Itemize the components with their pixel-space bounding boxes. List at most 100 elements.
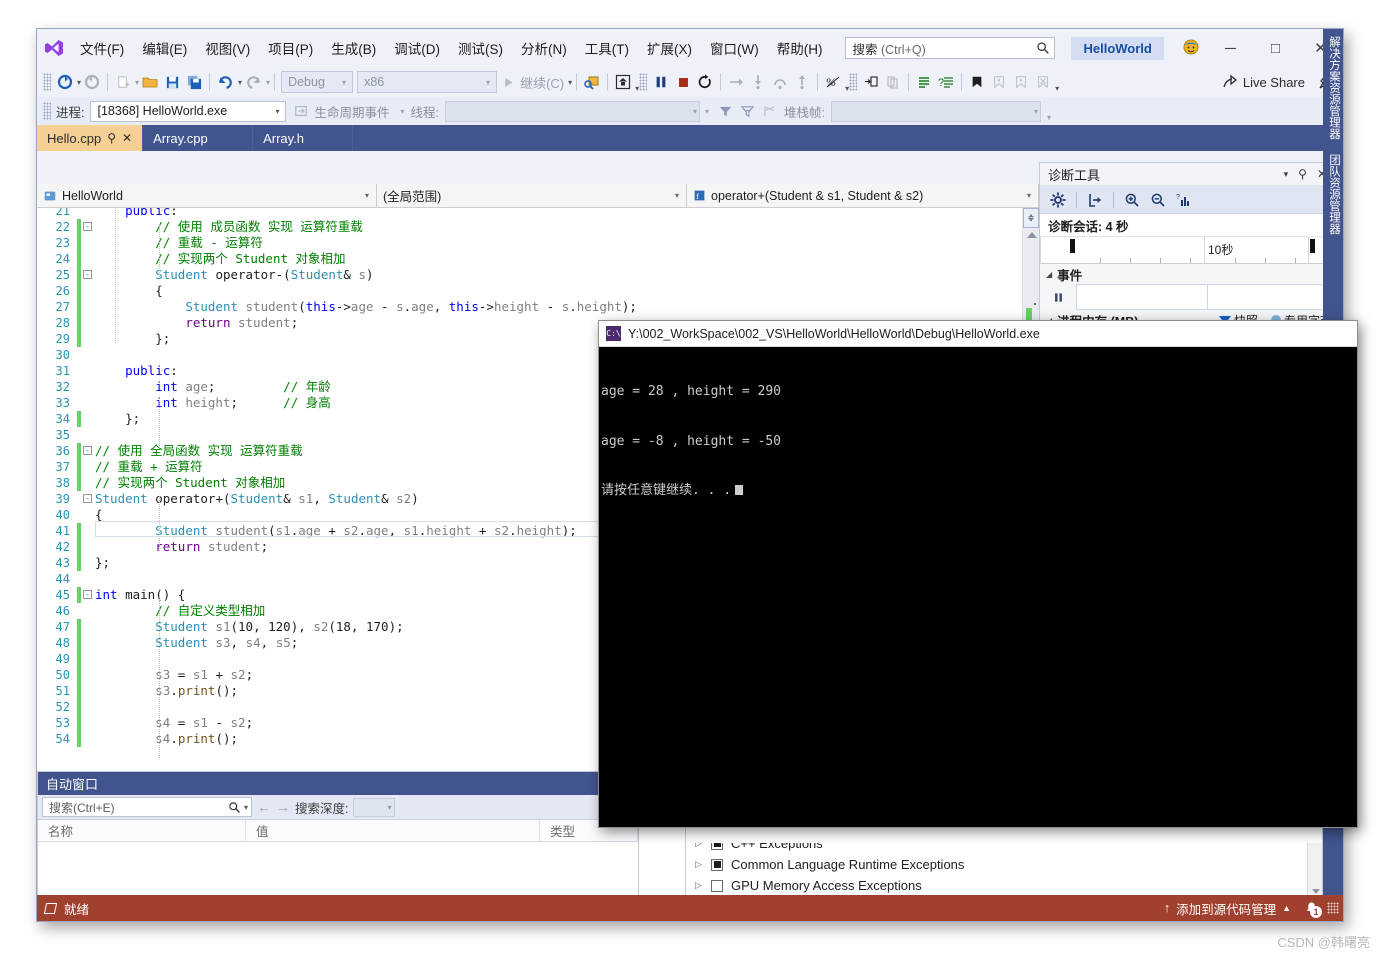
outline-gutter[interactable]: [81, 539, 95, 555]
navigate-backward-icon[interactable]: [54, 70, 76, 94]
exception-row-cpp[interactable]: ▷ C++ Exceptions: [686, 843, 1322, 854]
outline-gutter[interactable]: [81, 715, 95, 731]
outline-gutter[interactable]: [81, 208, 95, 219]
outline-gutter[interactable]: [81, 347, 95, 363]
step-out-icon[interactable]: [791, 70, 813, 94]
outline-gutter[interactable]: [81, 651, 95, 667]
zoom-out-icon[interactable]: [1146, 189, 1170, 211]
outline-gutter[interactable]: -: [81, 443, 95, 459]
menu-edit[interactable]: 编辑(E): [133, 34, 196, 62]
restart-icon[interactable]: [694, 70, 716, 94]
next-bookmark-icon[interactable]: [1010, 70, 1032, 94]
outline-gutter[interactable]: [81, 283, 95, 299]
code-line[interactable]: 24 // 实现两个 Student 对象相加: [37, 251, 1022, 267]
notifications-button[interactable]: 1: [1299, 898, 1323, 918]
maximize-button[interactable]: □: [1253, 33, 1298, 63]
outline-gutter[interactable]: [81, 571, 95, 587]
outdent-icon[interactable]: [882, 70, 904, 94]
save-all-icon[interactable]: [183, 70, 205, 94]
navbar-scope-combo[interactable]: (全局范围) ▾: [377, 184, 687, 207]
outline-gutter[interactable]: [81, 379, 95, 395]
flag-icon[interactable]: [758, 99, 780, 123]
source-control-button[interactable]: ↑ 添加到源代码管理 ▲: [1164, 899, 1299, 918]
menu-test[interactable]: 测试(S): [449, 34, 512, 62]
code-line[interactable]: 22 - // 使用 成员函数 实现 运算符重载: [37, 219, 1022, 235]
continue-dropdown[interactable]: ▾: [568, 78, 572, 87]
outline-gutter[interactable]: [81, 299, 95, 315]
menu-view[interactable]: 视图(V): [196, 34, 259, 62]
exception-list[interactable]: ▷ C++ Exceptions ▷ Common Language Runti…: [686, 843, 1322, 899]
outline-gutter[interactable]: [81, 315, 95, 331]
thread-overflow-icon[interactable]: ▾: [705, 107, 709, 116]
tab-array-cpp[interactable]: Array.cpp: [143, 125, 254, 151]
scroll-down-arrow[interactable]: [1312, 889, 1320, 894]
outline-gutter[interactable]: -: [81, 219, 95, 235]
outline-gutter[interactable]: -: [81, 587, 95, 603]
outline-gutter[interactable]: [81, 363, 95, 379]
exception-row-clr[interactable]: ▷ Common Language Runtime Exceptions: [686, 854, 1322, 875]
hot-reload-icon[interactable]: [612, 70, 634, 94]
new-item-icon[interactable]: [112, 70, 134, 94]
tab-hello-cpp[interactable]: Hello.cpp ⚲ ✕: [37, 125, 144, 151]
previous-bookmark-icon[interactable]: [988, 70, 1010, 94]
expand-triangle-icon-1[interactable]: ▷: [695, 843, 703, 849]
stackframe-select[interactable]: ▾: [831, 100, 1041, 122]
outline-gutter[interactable]: [81, 683, 95, 699]
diagnostic-timeline[interactable]: 10秒: [1040, 236, 1338, 264]
outline-gutter[interactable]: [81, 459, 95, 475]
solution-platform-combo[interactable]: x86 ▾: [357, 71, 498, 93]
menu-file[interactable]: 文件(F): [71, 34, 133, 62]
outline-gutter[interactable]: -: [81, 491, 95, 507]
close-icon[interactable]: ✕: [122, 131, 132, 145]
collapse-box-icon[interactable]: -: [83, 494, 92, 503]
checkbox-cpp-exceptions[interactable]: [711, 843, 723, 850]
stop-debugging-icon[interactable]: [672, 70, 694, 94]
checkbox-gpu-exceptions[interactable]: [711, 879, 723, 892]
diagnostic-events-section[interactable]: ◢ 事件: [1040, 264, 1338, 284]
export-icon[interactable]: [1083, 189, 1107, 211]
arrow-right-icon[interactable]: →: [276, 799, 290, 815]
autos-search-input[interactable]: 搜索(Ctrl+E) ▾: [42, 797, 252, 817]
toolbar-overflow-icon[interactable]: ▾: [1055, 84, 1059, 97]
toolbar-grip-3[interactable]: [849, 73, 858, 91]
scroll-up-arrow[interactable]: [1027, 232, 1037, 238]
code-line[interactable]: 27 Student student(this->age - s.age, th…: [37, 299, 1022, 315]
console-window[interactable]: C:\ Y:\002_WorkSpace\002_VS\HelloWorld\H…: [598, 320, 1358, 828]
step-over-icon[interactable]: [769, 70, 791, 94]
uncomment-lines-icon[interactable]: ?: [935, 70, 957, 94]
outline-gutter[interactable]: [81, 475, 95, 491]
menu-analyze[interactable]: 分析(N): [512, 34, 576, 62]
collapse-triangle-icon-events[interactable]: ◢: [1046, 270, 1052, 279]
outline-gutter[interactable]: [81, 635, 95, 651]
code-line[interactable]: 21 public:: [37, 208, 1022, 219]
toolbar-grip[interactable]: [43, 73, 51, 91]
outline-gutter[interactable]: [81, 507, 95, 523]
outline-gutter[interactable]: [81, 235, 95, 251]
menu-extensions[interactable]: 扩展(X): [638, 34, 701, 62]
gear-icon[interactable]: [1046, 189, 1070, 211]
navbar-project-combo[interactable]: HelloWorld ▾: [37, 184, 377, 207]
open-folder-icon[interactable]: [139, 70, 161, 94]
solution-configuration-combo[interactable]: Debug ▾: [281, 71, 354, 93]
code-line[interactable]: 26 {: [37, 283, 1022, 299]
outline-gutter[interactable]: [81, 731, 95, 747]
filter-icon[interactable]: [714, 99, 736, 123]
expand-triangle-icon-2[interactable]: ▷: [695, 859, 703, 870]
comment-lines-icon[interactable]: [913, 70, 935, 94]
outline-gutter[interactable]: [81, 555, 95, 571]
window-resize-grip[interactable]: [1327, 902, 1339, 914]
collapse-box-icon[interactable]: -: [83, 222, 92, 231]
global-search-input[interactable]: 搜索 (Ctrl+Q): [845, 37, 1056, 59]
code-line[interactable]: 25 - Student operator-(Student& s): [37, 267, 1022, 283]
outline-gutter[interactable]: [81, 699, 95, 715]
live-share-button[interactable]: Live Share: [1214, 74, 1313, 90]
diff-files-icon[interactable]: %: [822, 70, 844, 94]
autos-grid-body[interactable]: [38, 842, 638, 900]
autos-column-value[interactable]: 值: [246, 820, 540, 841]
menu-project[interactable]: 项目(P): [259, 34, 322, 62]
save-icon[interactable]: [161, 70, 183, 94]
send-feedback-icon[interactable]: [1174, 33, 1208, 63]
exception-row-gpu[interactable]: ▷ GPU Memory Access Exceptions: [686, 875, 1322, 896]
outline-gutter[interactable]: [81, 523, 95, 539]
outline-gutter[interactable]: [81, 331, 95, 347]
